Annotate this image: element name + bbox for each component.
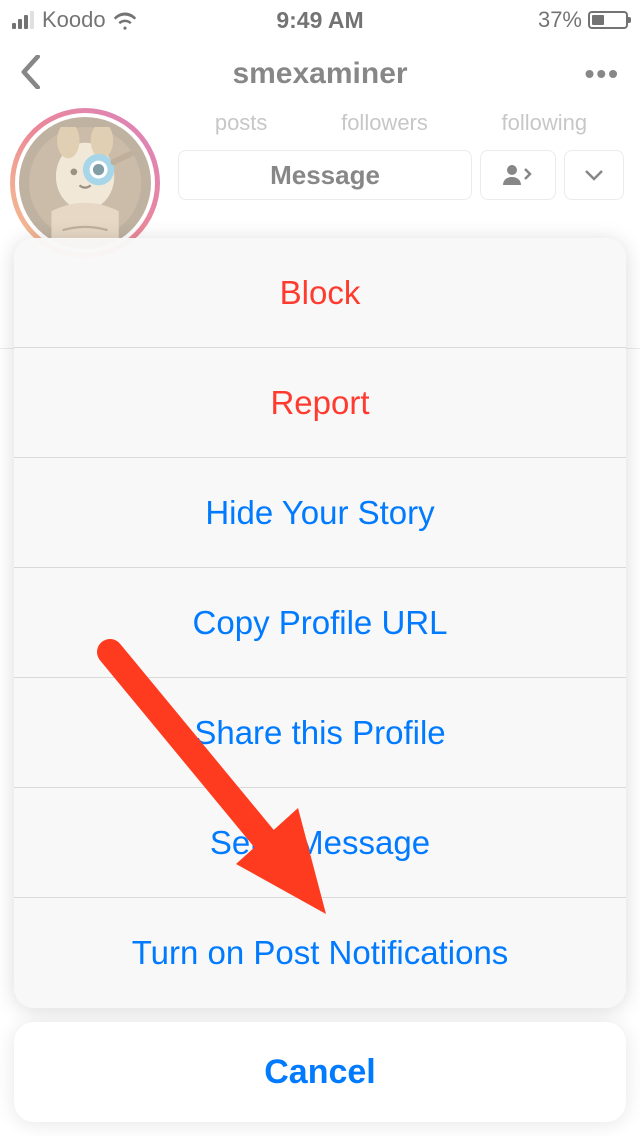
action-block[interactable]: Block <box>14 238 626 348</box>
action-turn-on-notifications[interactable]: Turn on Post Notifications <box>14 898 626 1008</box>
action-sheet: Block Report Hide Your Story Copy Profil… <box>14 238 626 1008</box>
action-share-profile[interactable]: Share this Profile <box>14 678 626 788</box>
action-send-message[interactable]: Send Message <box>14 788 626 898</box>
action-sheet-container: Block Report Hide Your Story Copy Profil… <box>0 224 640 1136</box>
cancel-button[interactable]: Cancel <box>14 1022 626 1122</box>
action-hide-story[interactable]: Hide Your Story <box>14 458 626 568</box>
action-report[interactable]: Report <box>14 348 626 458</box>
action-copy-url[interactable]: Copy Profile URL <box>14 568 626 678</box>
